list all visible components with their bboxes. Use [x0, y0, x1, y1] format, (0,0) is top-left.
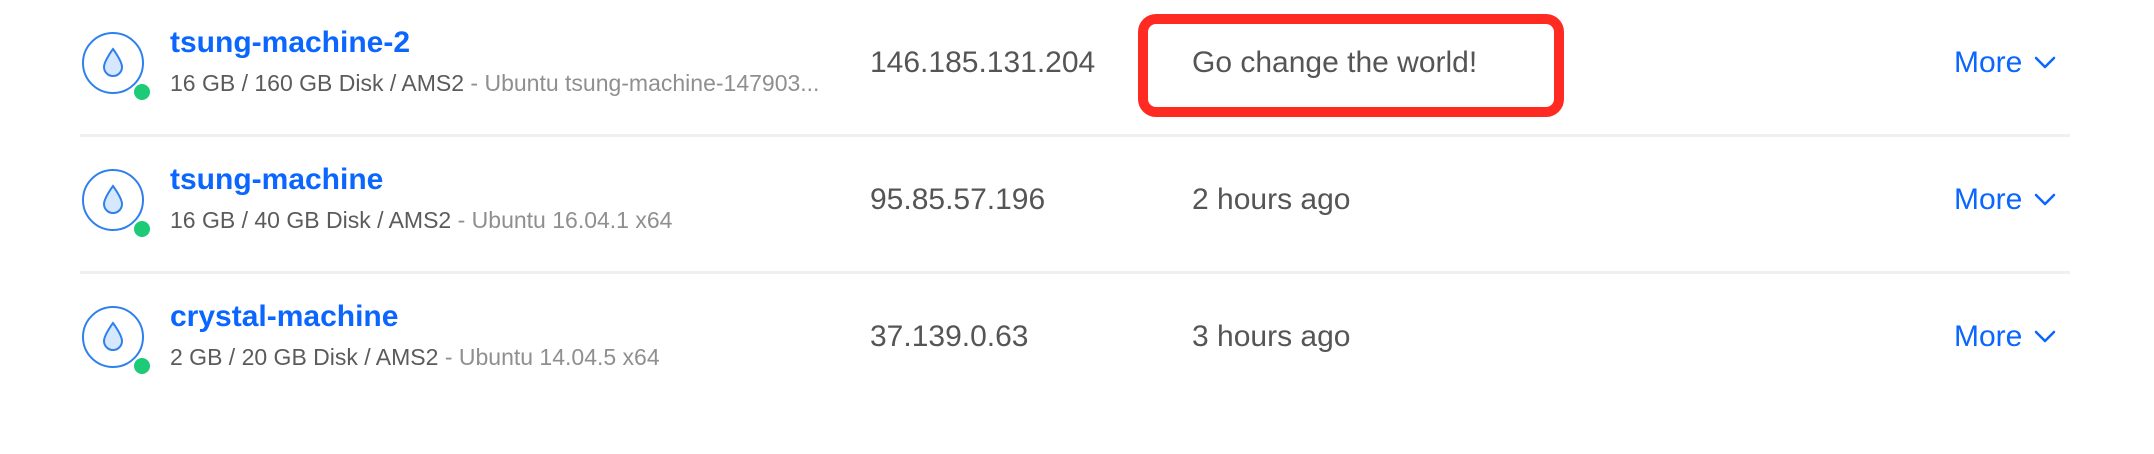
droplet-row: tsung-machine-2 16 GB / 160 GB Disk / AM…: [80, 0, 2070, 137]
chevron-down-icon: [2035, 330, 2056, 343]
droplet-specs: 16 GB / 160 GB Disk / AMS2 - Ubuntu tsun…: [170, 70, 870, 97]
droplet-specs: 16 GB / 40 GB Disk / AMS2 - Ubuntu 16.04…: [170, 207, 870, 234]
more-dropdown-button[interactable]: More: [1954, 320, 2056, 354]
status-dot-icon: [132, 82, 152, 102]
more-label: More: [1954, 46, 2023, 79]
droplet-name-link[interactable]: tsung-machine-2: [170, 26, 410, 60]
droplet-size: 16 GB / 40 GB Disk / AMS2: [170, 207, 452, 233]
chevron-down-icon: [2035, 193, 2056, 206]
water-drop-icon: [102, 47, 124, 77]
droplet-os: - Ubuntu 16.04.1 x64: [451, 207, 673, 233]
droplet-row: crystal-machine 2 GB / 20 GB Disk / AMS2…: [80, 274, 2070, 408]
droplet-icon: [82, 306, 152, 376]
more-dropdown-button[interactable]: More: [1954, 46, 2056, 80]
droplet-created: 3 hours ago: [1192, 320, 1351, 353]
status-dot-icon: [132, 356, 152, 376]
droplet-created: Go change the world!: [1192, 46, 1478, 79]
more-label: More: [1954, 320, 2023, 353]
more-label: More: [1954, 183, 2023, 216]
droplet-row: tsung-machine 16 GB / 40 GB Disk / AMS2 …: [80, 137, 2070, 274]
droplet-name-link[interactable]: tsung-machine: [170, 163, 383, 197]
droplet-os: - Ubuntu 14.04.5 x64: [438, 344, 660, 370]
droplet-os: - Ubuntu tsung-machine-147903...: [464, 70, 820, 96]
water-drop-icon: [102, 321, 124, 351]
water-drop-icon: [102, 184, 124, 214]
droplet-ip: 37.139.0.63: [870, 320, 1029, 353]
chevron-down-icon: [2035, 56, 2056, 69]
droplet-icon: [82, 169, 152, 239]
more-dropdown-button[interactable]: More: [1954, 183, 2056, 217]
droplet-created: 2 hours ago: [1192, 183, 1351, 216]
status-dot-icon: [132, 219, 152, 239]
droplet-list: tsung-machine-2 16 GB / 160 GB Disk / AM…: [80, 0, 2070, 408]
droplet-size: 16 GB / 160 GB Disk / AMS2: [170, 70, 465, 96]
droplet-size: 2 GB / 20 GB Disk / AMS2: [170, 344, 439, 370]
droplet-name-link[interactable]: crystal-machine: [170, 300, 398, 334]
droplet-ip: 146.185.131.204: [870, 46, 1096, 79]
droplet-specs: 2 GB / 20 GB Disk / AMS2 - Ubuntu 14.04.…: [170, 344, 870, 371]
droplet-icon: [82, 32, 152, 102]
droplet-ip: 95.85.57.196: [870, 183, 1046, 216]
